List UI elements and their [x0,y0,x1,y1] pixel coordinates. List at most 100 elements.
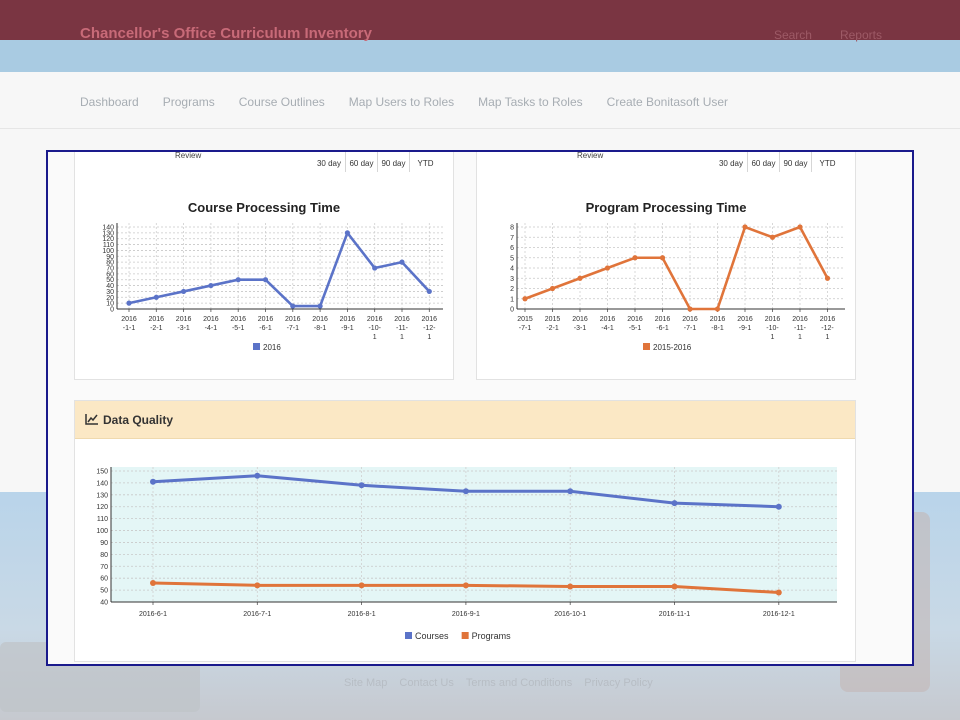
x-tick-label: 2016-9-1 [452,611,480,618]
x-tick-label: 2016 [149,316,165,323]
legend-label: Courses [415,631,449,641]
data-point [797,224,803,230]
range-60-day[interactable]: 60 day [747,152,779,172]
x-tick-label: 2016 [230,316,246,323]
data-quality-panel: Data Quality 40 50 60 70 80 90 100 110 120 130 140… [74,400,856,662]
range-selector: 30 day 60 day 90 day YTD [313,152,441,172]
range-90-day[interactable]: 90 day [377,152,409,172]
y-tick-label: 40 [100,600,108,607]
program-processing-chart: 0 1 2 3 4 5 6 7 8 2015 -7-1 2015 -2-1 2016 -3-1 2016 -4-… [510,223,845,352]
data-point [426,288,432,295]
y-tick-label: 1 [510,296,514,303]
range-90-day[interactable]: 90 day [779,152,811,172]
x-tick-label: 1 [798,334,802,341]
x-tick-label: -3-1 [177,325,190,332]
data-point [372,265,378,271]
x-tick-label: -6-1 [656,325,669,332]
data-point [714,306,721,312]
legend-swatch [405,632,412,639]
footer-privacy[interactable]: Privacy Policy [584,677,652,689]
x-tick-label: -8-1 [711,325,724,332]
nav-create-bonitasoft-user[interactable]: Create Bonitasoft User [607,95,728,109]
y-tick-label: 150 [96,469,108,476]
y-tick-label: 110 [97,516,108,523]
top-links: Search Reports [774,28,882,42]
range-30-day[interactable]: 30 day [715,152,747,172]
footer-terms[interactable]: Terms and Conditions [466,677,572,689]
data-quality-chart: 40 50 60 70 80 90 100 110 120 130 140 150 2016-6-1 20… [96,467,837,641]
data-point [254,582,261,589]
review-label: Review [577,151,604,160]
nav-programs[interactable]: Programs [163,95,215,109]
footer-contact-us[interactable]: Contact Us [399,677,453,689]
nav-course-outlines[interactable]: Course Outlines [239,95,325,109]
x-tick-label: 2016 [792,316,808,323]
x-tick-label: 2016 [258,316,274,323]
x-tick-label: -4-1 [205,325,218,332]
y-tick-label: 7 [510,235,514,242]
x-tick-label: 2016 [312,316,328,323]
x-tick-label: 2016 [737,316,753,323]
data-point [567,583,574,590]
main-nav: Dashboard Programs Course Outlines Map U… [80,95,728,109]
x-tick-label: 2016 [600,316,616,323]
data-point [824,275,831,281]
data-point [399,259,405,265]
range-ytd[interactable]: YTD [811,152,843,172]
top-link-search[interactable]: Search [774,28,812,42]
x-tick-label: -7-1 [287,325,300,332]
range-ytd[interactable]: YTD [409,152,441,172]
review-label: Review [175,151,202,160]
x-tick-label: 2016 [121,316,137,323]
data-point [317,303,323,309]
x-tick-label: 2016 [340,316,356,323]
x-tick-label: -5-1 [629,325,642,332]
x-tick-label: 2016 [572,316,588,323]
x-tick-label: -7-1 [684,325,697,332]
legend-swatch [461,632,469,639]
x-tick-label: 2016 [627,316,643,323]
data-point [262,277,269,283]
y-tick-label: 0 [510,307,514,314]
program-processing-panel: Review 30 day 60 day 90 day YTD Program … [476,151,856,380]
x-tick-label: -10- [766,325,779,332]
x-tick-label: 1 [373,334,377,341]
data-point [126,300,132,306]
data-point [290,303,296,309]
x-tick-label: 1 [771,334,775,341]
y-tick-label: 80 [100,552,108,559]
y-tick-label: 60 [100,576,108,583]
legend-swatch [643,343,650,350]
range-selector: 30 day 60 day 90 day YTD [715,152,843,172]
data-point [671,500,678,507]
nav-dashboard[interactable]: Dashboard [80,95,139,109]
course-processing-panel: Review 30 day 60 day 90 day YTD Course P… [74,151,454,380]
x-tick-label: 2016 [285,316,301,323]
data-quality-title: Data Quality [103,413,174,427]
x-tick-label: 2016 [820,316,836,323]
y-tick-label: 3 [510,276,514,283]
y-tick-label: 5 [510,255,514,262]
x-tick-label: 2016-7-1 [243,611,271,618]
data-point [344,230,350,236]
chart-title: Course Processing Time [187,200,341,215]
y-tick-label: 70 [100,564,108,571]
footer-site-map[interactable]: Site Map [344,677,387,689]
range-30-day[interactable]: 30 day [313,152,345,172]
series-line-2016 [128,230,431,308]
y-tick-label: 100 [96,528,108,535]
legend-label: 2016 [263,343,281,352]
y-tick-label: 2 [510,286,514,293]
x-tick-label: -5-1 [232,325,245,332]
x-tick-label: 2016 [765,316,781,323]
nav-map-tasks-to-roles[interactable]: Map Tasks to Roles [478,95,583,109]
top-link-reports[interactable]: Reports [840,28,882,42]
x-tick-label: 2016 [203,316,219,323]
x-tick-label: -11- [396,325,409,332]
x-tick-label: 2016 [710,316,726,323]
app-title[interactable]: Chancellor's Office Curriculum Inventory [80,25,372,42]
range-60-day[interactable]: 60 day [345,152,377,172]
x-tick-label: 2016 [176,316,192,323]
y-tick-label: 50 [100,588,108,595]
nav-map-users-to-roles[interactable]: Map Users to Roles [349,95,454,109]
